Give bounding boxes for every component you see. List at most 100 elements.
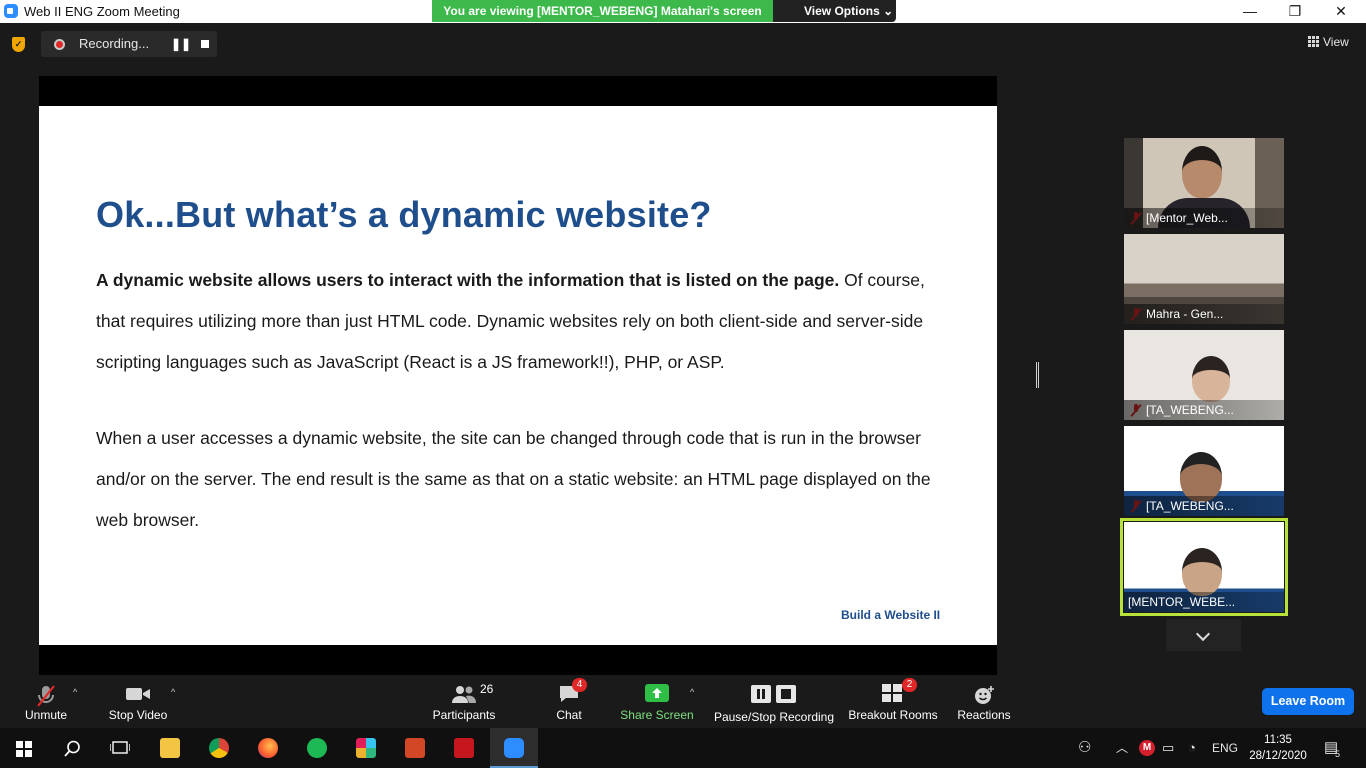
windows-taskbar: ⚇ ︿ M ▭ ◔ ENG 11:35 28/12/2020 ▤ 5: [0, 728, 1366, 768]
meeting-topbar: ✓ Recording... ❚❚ View: [0, 23, 1366, 65]
share-screen-icon: [645, 684, 669, 702]
powerpoint-icon: [405, 738, 425, 758]
participant-video: [1180, 452, 1222, 502]
breakout-rooms-badge: 2: [902, 678, 917, 692]
video-tile[interactable]: [TA_WEBENG...: [1124, 426, 1284, 516]
battery-icon[interactable]: ▭: [1162, 728, 1174, 768]
window-title: Web II ENG Zoom Meeting: [24, 4, 180, 19]
participant-name: [MENTOR_WEBE...: [1124, 592, 1284, 612]
chrome-icon: [209, 738, 229, 758]
task-view-button[interactable]: [96, 728, 144, 768]
shared-screen: Ok...But what’s a dynamic website? A dyn…: [39, 76, 997, 675]
wifi-icon[interactable]: ◔: [1188, 728, 1196, 768]
language-indicator[interactable]: ENG: [1212, 728, 1238, 768]
mic-muted-icon: [37, 685, 55, 707]
view-layout-button[interactable]: View: [1308, 35, 1349, 49]
notification-count: 5: [1335, 749, 1341, 759]
video-tile[interactable]: [TA_WEBENG...: [1124, 330, 1284, 420]
security-shield-icon[interactable]: ✓: [12, 37, 25, 52]
presentation-slide: Ok...But what’s a dynamic website? A dyn…: [39, 106, 997, 645]
taskbar-firefox[interactable]: [244, 728, 292, 768]
slide-title: Ok...But what’s a dynamic website?: [96, 194, 712, 235]
grid-icon: [1308, 36, 1319, 47]
recording-dot-icon: [54, 39, 65, 50]
taskbar-slack[interactable]: [342, 728, 390, 768]
share-options-caret[interactable]: ^: [690, 687, 694, 697]
participant-video: [1192, 356, 1230, 402]
video-tile[interactable]: Mahra - Gen...: [1124, 234, 1284, 324]
pause-recording-icon[interactable]: ❚❚: [171, 37, 191, 51]
unmute-label: Unmute: [24, 708, 68, 722]
participant-name: [TA_WEBENG...: [1124, 496, 1284, 516]
scroll-down-button[interactable]: [1166, 619, 1241, 651]
breakout-rooms-label: Breakout Rooms: [848, 708, 938, 722]
video-tile-active-speaker[interactable]: [MENTOR_WEBE...: [1124, 522, 1284, 612]
panel-splitter-handle[interactable]: [1036, 362, 1039, 388]
viewing-screen-banner: You are viewing [MENTOR_WEBENG] Matahari…: [432, 0, 773, 22]
start-button[interactable]: [0, 728, 48, 768]
gmail-notifier-icon[interactable]: M: [1139, 740, 1155, 756]
participant-video: [1182, 548, 1222, 596]
participants-label: Participants: [432, 708, 496, 722]
video-options-caret[interactable]: ^: [171, 687, 175, 697]
reactions-label: Reactions: [957, 708, 1011, 722]
taskbar-acrobat[interactable]: [440, 728, 488, 768]
taskbar-chrome[interactable]: [195, 728, 243, 768]
reactions-button[interactable]: Reactions: [954, 675, 1014, 728]
people-icon[interactable]: ⚇: [1078, 728, 1091, 768]
view-label: View: [1323, 35, 1349, 49]
stop-video-button[interactable]: Stop Video: [104, 675, 172, 728]
slide-paragraph-2: When a user accesses a dynamic website, …: [96, 428, 931, 530]
unmute-button[interactable]: Unmute: [14, 675, 78, 728]
stop-video-label: Stop Video: [108, 708, 168, 722]
meeting-controls: Unmute ^ Stop Video ^ 26 Participants 4 …: [0, 675, 1366, 728]
chat-label: Chat: [556, 708, 582, 722]
participant-name: [TA_WEBENG...: [1124, 400, 1284, 420]
pause-stop-recording-label: Pause/Stop Recording: [713, 710, 835, 724]
recording-label: Recording...: [79, 36, 150, 51]
stop-recording-icon[interactable]: [201, 40, 209, 48]
acrobat-icon: [454, 738, 474, 758]
slack-icon: [356, 738, 376, 758]
close-button[interactable]: ✕: [1318, 0, 1364, 23]
breakout-rooms-button[interactable]: 2 Breakout Rooms: [846, 675, 940, 728]
taskbar-powerpoint[interactable]: [391, 728, 439, 768]
search-button[interactable]: [48, 728, 96, 768]
share-screen-button[interactable]: Share Screen: [620, 675, 694, 728]
participants-icon: [452, 686, 476, 703]
taskbar-file-explorer[interactable]: [146, 728, 194, 768]
share-screen-label: Share Screen: [620, 708, 694, 722]
pause-stop-recording-button[interactable]: Pause/Stop Recording: [712, 675, 836, 728]
taskbar-spotify[interactable]: [293, 728, 341, 768]
video-tile[interactable]: [Mentor_Web...: [1124, 138, 1284, 228]
video-camera-icon: [126, 688, 150, 700]
clock-time: 11:35: [1264, 734, 1292, 746]
breakout-rooms-icon: [882, 684, 902, 702]
view-options-button[interactable]: View Options ⌄: [773, 0, 896, 22]
task-view-icon: [110, 741, 130, 754]
slide-paragraph-1-bold: A dynamic website allows users to intera…: [96, 270, 840, 290]
participants-count: 26: [480, 682, 494, 696]
search-icon: [64, 740, 80, 757]
chat-button[interactable]: 4 Chat: [548, 675, 590, 728]
slide-paragraph-1: A dynamic website allows users to intera…: [96, 260, 956, 383]
zoom-icon: [504, 738, 524, 758]
audio-options-caret[interactable]: ^: [73, 687, 77, 697]
firefox-icon: [258, 738, 278, 758]
participant-name: [Mentor_Web...: [1124, 208, 1284, 228]
system-clock[interactable]: 11:35 28/12/2020: [1246, 732, 1310, 764]
zoom-logo-icon: [4, 4, 18, 18]
taskbar-zoom[interactable]: [490, 728, 538, 768]
pause-stop-icon: [751, 685, 796, 703]
chat-unread-badge: 4: [572, 678, 587, 692]
leave-room-button[interactable]: Leave Room: [1262, 688, 1354, 715]
reactions-smiley-icon: [975, 686, 994, 704]
maximize-button[interactable]: ❐: [1272, 0, 1318, 23]
participants-button[interactable]: 26 Participants: [428, 675, 500, 728]
folder-icon: [160, 738, 180, 758]
minimize-button[interactable]: —: [1227, 0, 1273, 23]
participant-video: [1182, 146, 1222, 198]
slide-footer: Build a Website II: [841, 608, 941, 622]
participant-name: Mahra - Gen...: [1124, 304, 1284, 324]
show-hidden-icons-icon[interactable]: ︿: [1116, 728, 1128, 768]
